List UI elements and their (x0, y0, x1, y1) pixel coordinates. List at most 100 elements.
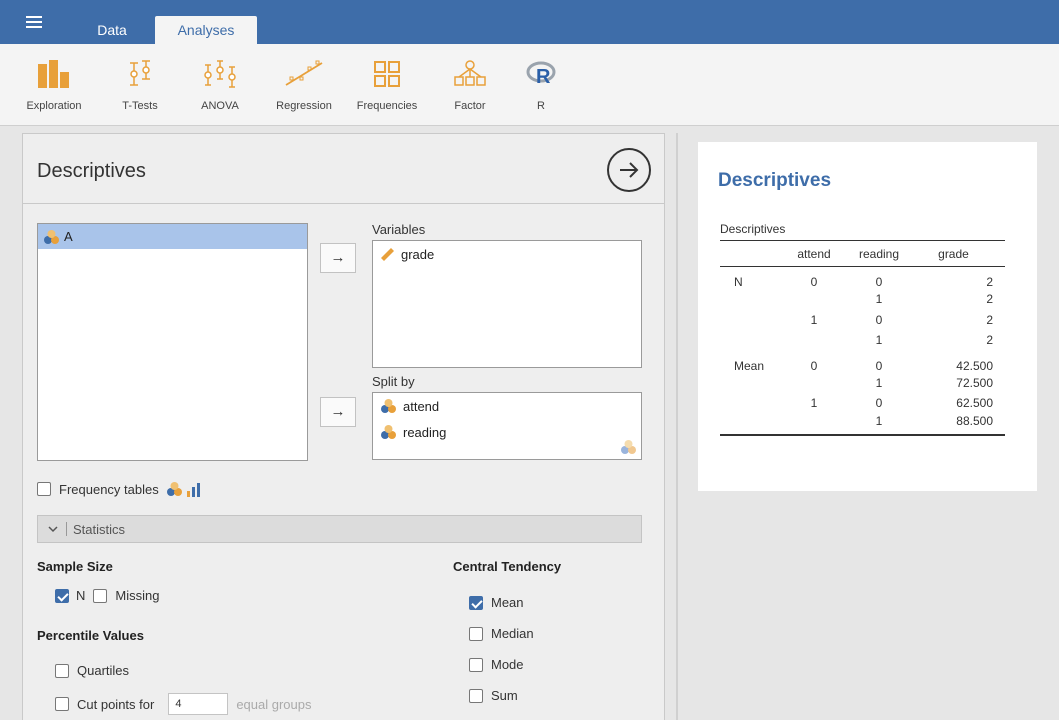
column-header: grade (914, 240, 1005, 267)
variables-list[interactable]: grade (372, 240, 642, 368)
r-button[interactable]: R R (526, 54, 556, 120)
exploration-icon (16, 54, 92, 94)
anova-button[interactable]: ANOVA (190, 54, 250, 120)
sum-option[interactable]: Sum (469, 688, 518, 703)
table-cell (720, 330, 784, 351)
r-label: R (537, 100, 545, 112)
median-option[interactable]: Median (469, 626, 534, 641)
tab-analyses[interactable]: Analyses (155, 16, 257, 44)
table-cell: 2 (986, 292, 993, 307)
statistics-section-toggle[interactable]: Statistics (37, 515, 642, 543)
mode-option[interactable]: Mode (469, 657, 524, 672)
panel-splitter[interactable] (676, 133, 678, 720)
table-cell: 0 (875, 275, 883, 289)
splitby-item-label: attend (403, 398, 440, 414)
table-cell: 0 (810, 275, 818, 289)
table-cell (784, 330, 844, 351)
chevron-down-icon (48, 526, 58, 533)
regression-label: Regression (276, 100, 332, 112)
frequency-tables-checkbox[interactable] (37, 482, 51, 496)
frequencies-icon (350, 54, 424, 94)
table-cell (720, 289, 784, 310)
table-cell: 1 (875, 333, 883, 348)
missing-label: Missing (115, 588, 160, 603)
percentile-heading: Percentile Values (37, 628, 144, 643)
exploration-button[interactable]: Exploration (16, 54, 92, 120)
quartiles-checkbox[interactable] (55, 663, 69, 678)
table-header-row: attend reading grade (720, 240, 1005, 267)
table-cell: 0 (875, 396, 883, 411)
mean-option[interactable]: Mean (469, 595, 524, 610)
n-label: N (76, 588, 86, 603)
arrow-right-icon (620, 162, 639, 178)
title-divider (23, 203, 664, 204)
mode-label: Mode (491, 657, 524, 672)
quartiles-label: Quartiles (77, 663, 130, 678)
table-row: Mean 0 0 42.500 (720, 351, 1005, 373)
factor-button[interactable]: Factor (442, 54, 498, 120)
variables-label: Variables (372, 222, 426, 237)
list-item[interactable]: attend (373, 393, 641, 419)
variable-type-hint-icon (621, 440, 636, 454)
ruler-continuous-icon (381, 248, 394, 261)
regression-icon (268, 54, 340, 94)
regression-button[interactable]: Regression (268, 54, 340, 120)
nominal-variable-icon (44, 229, 59, 244)
table-cell: N (734, 275, 743, 289)
table-row: 1 88.500 (720, 413, 1005, 436)
cutpoints-checkbox[interactable] (55, 697, 69, 711)
options-panel: Descriptives A → Variables grade → Split… (22, 133, 665, 720)
table-cell: 0 (875, 358, 883, 373)
frequencies-label: Frequencies (356, 100, 418, 112)
move-to-variables-button[interactable]: → (320, 243, 356, 273)
nominal-variable-icon (166, 482, 182, 496)
sum-checkbox[interactable] (469, 688, 483, 703)
mean-checkbox[interactable] (469, 595, 483, 610)
frequencies-button[interactable]: Frequencies (350, 54, 424, 120)
list-item[interactable]: reading (373, 419, 641, 445)
table-cell: 88.500 (914, 413, 1005, 436)
ttests-button[interactable]: T-Tests (112, 54, 168, 120)
table-cell (720, 373, 784, 394)
svg-text:R: R (536, 66, 551, 88)
anova-icon (190, 54, 250, 94)
n-checkbox[interactable] (55, 588, 69, 603)
median-checkbox[interactable] (469, 626, 483, 641)
hamburger-menu-icon[interactable] (26, 16, 42, 28)
table-row: 1 0 62.500 (720, 393, 1005, 414)
table-cell: Mean (734, 358, 765, 373)
table-cell (720, 310, 784, 331)
run-arrow-button[interactable] (607, 148, 651, 192)
column-header: reading (844, 240, 914, 267)
results-table-title: Descriptives (720, 222, 786, 236)
nominal-variable-icon (381, 399, 396, 413)
cutpoints-option: Cut points for 4 equal groups (55, 693, 312, 715)
table-cell: 1 (810, 396, 818, 411)
table-cell: 1 (810, 312, 818, 327)
missing-checkbox[interactable] (93, 588, 108, 603)
frequency-tables-option[interactable]: Frequency tables (37, 481, 203, 497)
ttests-icon (112, 54, 168, 94)
table-cell: 1 (875, 375, 883, 390)
quartiles-option[interactable]: Quartiles (55, 663, 129, 678)
table-cell: 2 (986, 333, 993, 348)
cutpoints-input[interactable]: 4 (168, 693, 229, 715)
table-row: 1 0 2 (720, 310, 1005, 331)
table-cell: 2 (986, 312, 993, 327)
table-cell (784, 289, 844, 310)
move-to-splitby-button[interactable]: → (320, 397, 356, 427)
tab-data[interactable]: Data (78, 16, 146, 44)
list-item[interactable]: A (38, 224, 307, 249)
equal-groups-label: equal groups (236, 696, 312, 712)
table-cell: 0 (875, 312, 883, 327)
source-variable-list[interactable]: A (37, 223, 308, 461)
options-title: Descriptives (37, 160, 146, 182)
list-item[interactable]: grade (373, 241, 641, 267)
table-row: N 0 0 2 (720, 267, 1005, 289)
mode-checkbox[interactable] (469, 657, 483, 672)
analyses-toolbar: Exploration T-Tests ANOVA Regression Fre… (0, 44, 1059, 126)
r-logo-icon: R (526, 54, 556, 94)
splitby-list[interactable]: attend reading (372, 392, 642, 460)
sum-label: Sum (491, 688, 518, 703)
table-row: 1 72.500 (720, 373, 1005, 394)
